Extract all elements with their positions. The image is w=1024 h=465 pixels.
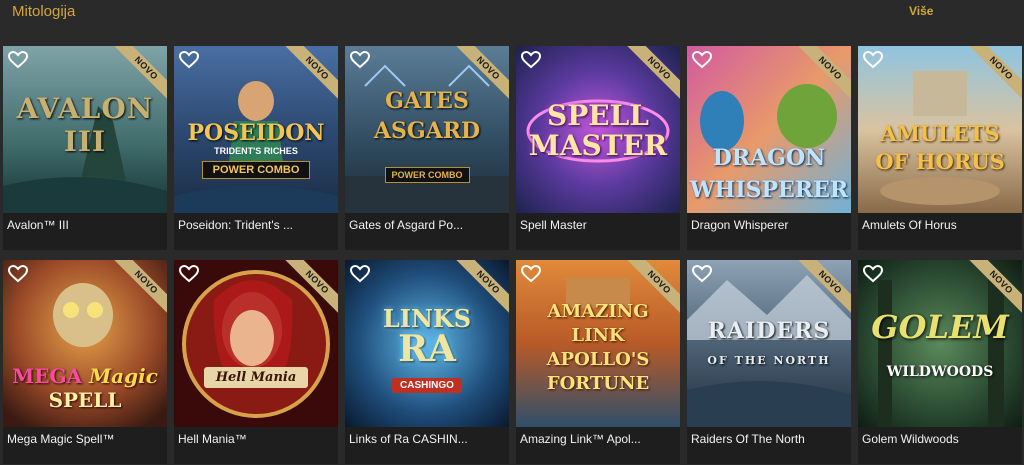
favorite-heart-icon[interactable] — [862, 50, 884, 69]
game-tile-spell-master[interactable]: SPELL MASTER NOVO Spell Master — [516, 46, 680, 250]
game-thumbnail — [3, 46, 167, 213]
favorite-heart-icon[interactable] — [520, 264, 542, 283]
favorite-heart-icon[interactable] — [520, 50, 542, 69]
favorite-heart-icon[interactable] — [178, 264, 200, 283]
game-tile-gates-of-asgard[interactable]: GATES ASGARD POWER COMBO NOVO Gates of As… — [345, 46, 509, 250]
game-thumbnail — [687, 260, 851, 427]
game-tile-hell-mania[interactable]: Hell Mania NOVO Hell Mania™ — [174, 260, 338, 464]
game-title: Hell Mania™ — [178, 432, 247, 446]
game-thumbnail — [858, 260, 1022, 427]
game-title: Spell Master — [520, 218, 587, 232]
game-title: Poseidon: Trident's ... — [178, 218, 294, 232]
game-tile-poseidon[interactable]: POSEIDON TRIDENT'S RICHES POWER COMBO NO… — [174, 46, 338, 250]
favorite-heart-icon[interactable] — [178, 50, 200, 69]
game-thumbnail — [516, 46, 680, 213]
game-title: Amulets Of Horus — [862, 218, 957, 232]
game-title: Avalon™ III — [7, 218, 69, 232]
game-thumbnail — [345, 260, 509, 427]
game-title: Amazing Link™ Apol... — [520, 432, 641, 446]
favorite-heart-icon[interactable] — [349, 50, 371, 69]
game-thumbnail — [858, 46, 1022, 213]
game-tile-amulets-of-horus[interactable]: AMULETS OF HORUS NOVO Amulets Of Horus — [858, 46, 1022, 250]
game-thumbnail — [174, 46, 338, 213]
game-tile-golem-wildwoods[interactable]: GOLEM WILDWOODS NOVO Golem Wildwoods — [858, 260, 1022, 464]
game-tile-raiders-of-the-north[interactable]: RAIDERS OF THE NORTH NOVO Raiders Of The … — [687, 260, 851, 464]
game-grid: AVALON III NOVO Avalon™ III POSEIDON TRID… — [0, 0, 1024, 465]
game-thumbnail — [3, 260, 167, 427]
game-tile-amazing-link-apollo[interactable]: AMAZING LINK APOLLO'S FORTUNE NOVO Amazing … — [516, 260, 680, 464]
game-title: Golem Wildwoods — [862, 432, 959, 446]
game-title: Mega Magic Spell™ — [7, 432, 115, 446]
game-title: Gates of Asgard Po... — [349, 218, 464, 232]
game-title: Links of Ra CASHIN... — [349, 432, 468, 446]
game-thumbnail — [174, 260, 338, 427]
game-tile-avalon-iii[interactable]: AVALON III NOVO Avalon™ III — [3, 46, 167, 250]
game-title: Dragon Whisperer — [691, 218, 789, 232]
favorite-heart-icon[interactable] — [7, 264, 29, 283]
game-tile-mega-magic-spell[interactable]: MEGA Magic SPELL NOVO Mega Magic Spell™ — [3, 260, 167, 464]
favorite-heart-icon[interactable] — [862, 264, 884, 283]
game-title: Raiders Of The North — [691, 432, 805, 446]
game-thumbnail — [687, 46, 851, 213]
game-tile-links-of-ra[interactable]: LINKS RA CASHINGO NOVO Links of Ra CASHIN… — [345, 260, 509, 464]
game-thumbnail — [516, 260, 680, 427]
favorite-heart-icon[interactable] — [691, 50, 713, 69]
game-tile-dragon-whisperer[interactable]: DRAGON WHISPERER NOVO Dragon Whisperer — [687, 46, 851, 250]
favorite-heart-icon[interactable] — [7, 50, 29, 69]
favorite-heart-icon[interactable] — [349, 264, 371, 283]
game-thumbnail — [345, 46, 509, 213]
favorite-heart-icon[interactable] — [691, 264, 713, 283]
